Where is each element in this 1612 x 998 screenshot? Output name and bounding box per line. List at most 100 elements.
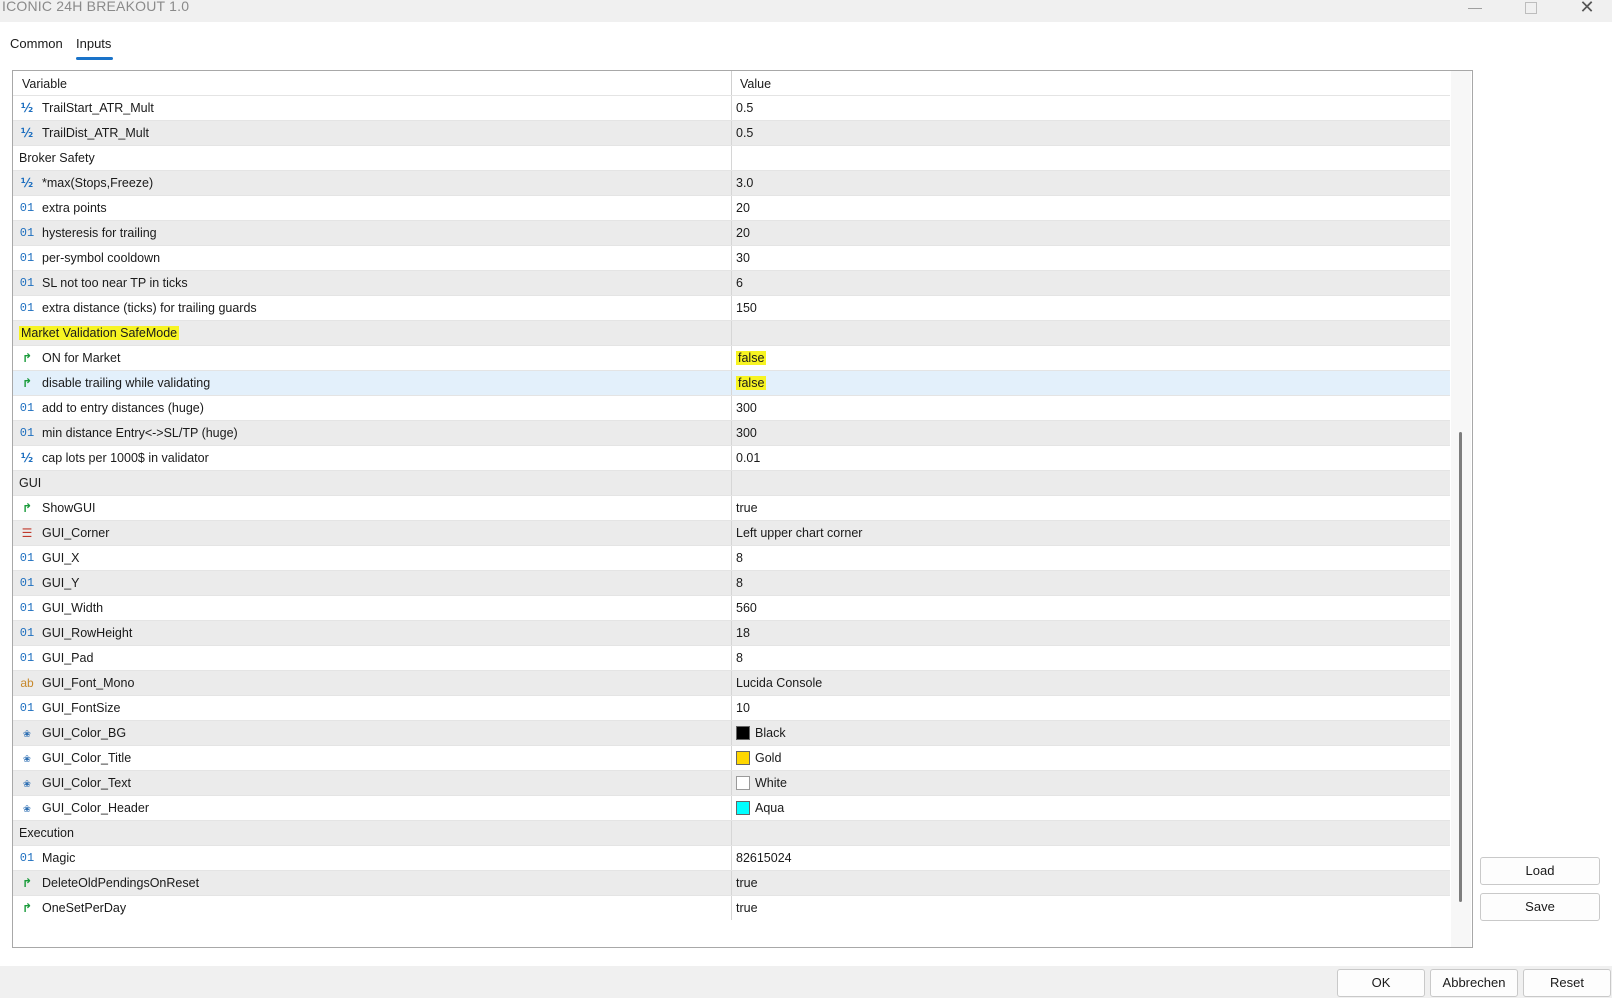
value-text: 20 xyxy=(736,226,750,240)
variable-name: GUI_Color_Title xyxy=(42,751,132,765)
value-cell[interactable]: White xyxy=(736,776,787,790)
group-row[interactable]: Broker Safety xyxy=(13,145,1450,170)
value-cell[interactable]: 150 xyxy=(736,301,757,315)
value-cell[interactable]: 20 xyxy=(736,201,750,215)
ok-button[interactable]: OK xyxy=(1337,969,1425,997)
value-cell[interactable]: false xyxy=(736,351,767,365)
value-cell[interactable]: 82615024 xyxy=(736,851,792,865)
value-cell[interactable]: 20 xyxy=(736,226,750,240)
value-text: 300 xyxy=(736,426,757,440)
value-cell[interactable]: 18 xyxy=(736,626,750,640)
column-header-variable[interactable]: Variable xyxy=(22,77,67,91)
table-row[interactable]: 01 extra points 20 xyxy=(13,195,1450,220)
table-row[interactable]: 01 SL not too near TP in ticks 6 xyxy=(13,270,1450,295)
column-header-value[interactable]: Value xyxy=(740,77,771,91)
table-row[interactable]: ↱ ShowGUI true xyxy=(13,495,1450,520)
close-button[interactable]: ✕ xyxy=(1564,0,1610,20)
value-text: Aqua xyxy=(755,801,785,815)
table-row[interactable]: 01 extra distance (ticks) for trailing gu… xyxy=(13,295,1450,320)
table-row[interactable]: 01 hysteresis for trailing 20 xyxy=(13,220,1450,245)
value-cell[interactable]: 8 xyxy=(736,651,743,665)
table-row[interactable]: ½ TrailStart_ATR_Mult 0.5 xyxy=(13,95,1450,120)
value-cell[interactable]: 8 xyxy=(736,576,743,590)
table-row[interactable]: 01 GUI_Y 8 xyxy=(13,570,1450,595)
table-row[interactable]: ❀ GUI_Color_Text White xyxy=(13,770,1450,795)
group-row[interactable]: Market Validation SafeMode xyxy=(13,320,1450,345)
table-row[interactable]: ❀ GUI_Color_BG Black xyxy=(13,720,1450,745)
value-cell[interactable]: 30 xyxy=(736,251,750,265)
color-swatch[interactable] xyxy=(736,726,750,740)
table-row[interactable]: ½ TrailDist_ATR_Mult 0.5 xyxy=(13,120,1450,145)
table-row[interactable]: ↱ ON for Market false xyxy=(13,345,1450,370)
value-cell[interactable]: Black xyxy=(736,726,786,740)
cancel-button[interactable]: Abbrechen xyxy=(1430,969,1518,997)
value-cell[interactable]: true xyxy=(736,501,758,515)
table-row[interactable]: 01 GUI_X 8 xyxy=(13,545,1450,570)
color-swatch[interactable] xyxy=(736,801,750,815)
cell-divider xyxy=(731,246,732,270)
color-icon: ❀ xyxy=(23,751,31,766)
table-row[interactable]: 01 GUI_Pad 8 xyxy=(13,645,1450,670)
variable-name: extra distance (ticks) for trailing guar… xyxy=(42,301,257,315)
value-cell[interactable]: 300 xyxy=(736,426,757,440)
grid-rows: ½ TrailStart_ATR_Mult 0.5 ½ TrailDist_ATR_Mu… xyxy=(13,95,1450,920)
table-row[interactable]: 01 add to entry distances (huge) 300 xyxy=(13,395,1450,420)
value-cell[interactable]: false xyxy=(736,376,767,390)
load-button[interactable]: Load xyxy=(1480,857,1600,885)
vertical-scrollbar[interactable] xyxy=(1451,71,1471,947)
column-divider[interactable] xyxy=(731,71,732,95)
value-cell[interactable]: Aqua xyxy=(736,801,784,815)
variable-name: DeleteOldPendingsOnReset xyxy=(42,876,200,890)
value-text: 3.0 xyxy=(736,176,754,190)
minimize-button[interactable]: — xyxy=(1452,0,1498,20)
color-icon: ❀ xyxy=(23,776,31,791)
table-row[interactable]: ↱ DeleteOldPendingsOnReset true xyxy=(13,870,1450,895)
value-cell[interactable]: 0.5 xyxy=(736,126,753,140)
scrollbar-thumb[interactable] xyxy=(1459,432,1462,902)
reset-button[interactable]: Reset xyxy=(1523,969,1611,997)
table-row[interactable]: ❀ GUI_Color_Title Gold xyxy=(13,745,1450,770)
value-cell[interactable]: 3.0 xyxy=(736,176,753,190)
half-icon: ½ xyxy=(20,126,34,140)
group-label: Execution xyxy=(19,826,74,840)
value-cell[interactable]: 0.5 xyxy=(736,101,753,115)
value-cell[interactable]: 6 xyxy=(736,276,743,290)
value-cell[interactable]: 0.01 xyxy=(736,451,760,465)
table-row[interactable]: 01 per-symbol cooldown 30 xyxy=(13,245,1450,270)
value-cell[interactable]: 560 xyxy=(736,601,757,615)
table-row[interactable]: ↱ OneSetPerDay true xyxy=(13,895,1450,920)
value-cell[interactable]: Lucida Console xyxy=(736,676,822,690)
bool-icon: ↱ xyxy=(21,501,33,515)
table-row[interactable]: ❀ GUI_Color_Header Aqua xyxy=(13,795,1450,820)
table-row[interactable]: 01 GUI_RowHeight 18 xyxy=(13,620,1450,645)
table-row[interactable]: 01 Magic 82615024 xyxy=(13,845,1450,870)
int-icon: 01 xyxy=(19,401,35,415)
table-row[interactable]: ½ *max(Stops,Freeze) 3.0 xyxy=(13,170,1450,195)
value-cell[interactable]: Left upper chart corner xyxy=(736,526,862,540)
int-icon: 01 xyxy=(19,626,35,640)
tab-inputs[interactable]: Inputs xyxy=(76,36,114,60)
value-cell[interactable]: 10 xyxy=(736,701,750,715)
table-row[interactable]: ☰ GUI_Corner Left upper chart corner xyxy=(13,520,1450,545)
table-row[interactable]: ↱ disable trailing while validating false xyxy=(13,370,1450,395)
value-cell[interactable]: true xyxy=(736,901,758,915)
table-row[interactable]: ab GUI_Font_Mono Lucida Console xyxy=(13,670,1450,695)
cell-divider xyxy=(731,896,732,920)
value-cell[interactable]: 8 xyxy=(736,551,743,565)
table-row[interactable]: 01 GUI_Width 560 xyxy=(13,595,1450,620)
group-row[interactable]: GUI xyxy=(13,470,1450,495)
int-icon: 01 xyxy=(19,576,35,590)
table-row[interactable]: 01 min distance Entry<->SL/TP (huge) 300 xyxy=(13,420,1450,445)
cell-divider xyxy=(731,296,732,320)
table-row[interactable]: ½ cap lots per 1000$ in validator 0.01 xyxy=(13,445,1450,470)
value-cell[interactable]: true xyxy=(736,876,758,890)
table-row[interactable]: 01 GUI_FontSize 10 xyxy=(13,695,1450,720)
color-swatch[interactable] xyxy=(736,776,750,790)
value-cell[interactable]: Gold xyxy=(736,751,781,765)
group-row[interactable]: Execution xyxy=(13,820,1450,845)
save-button[interactable]: Save xyxy=(1480,893,1600,921)
tab-common[interactable]: Common xyxy=(10,36,63,51)
maximize-button[interactable] xyxy=(1508,0,1554,20)
value-cell[interactable]: 300 xyxy=(736,401,757,415)
color-swatch[interactable] xyxy=(736,751,750,765)
